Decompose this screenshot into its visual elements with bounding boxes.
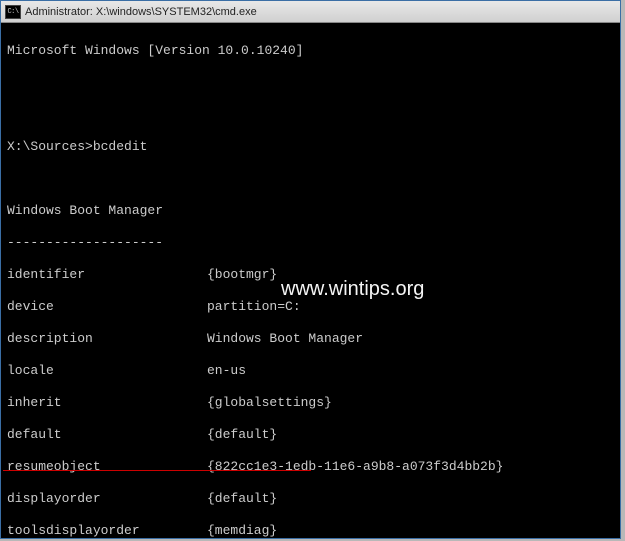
watermark: www.wintips.org [281,281,424,297]
blank-line [7,75,614,91]
kv-row: descriptionWindows Boot Manager [7,331,614,347]
kv-row: devicepartition=C: [7,299,614,315]
kv-value: {memdiag} [207,523,277,538]
kv-row: identifier{bootmgr} [7,267,614,283]
kv-label: device [7,299,207,315]
terminal-output[interactable]: Microsoft Windows [Version 10.0.10240] X… [1,23,620,538]
blank-line [7,107,614,123]
cmd-window: C:\ Administrator: X:\windows\SYSTEM32\c… [0,0,621,539]
kv-row: localeen-us [7,363,614,379]
kv-row: default{default} [7,427,614,443]
kv-value: {default} [207,427,277,442]
kv-row: displayorder{default} [7,491,614,507]
window-title: Administrator: X:\windows\SYSTEM32\cmd.e… [25,6,257,18]
kv-label: identifier [7,267,207,283]
cmd-icon-text: C:\ [7,8,18,16]
titlebar[interactable]: C:\ Administrator: X:\windows\SYSTEM32\c… [1,1,620,23]
kv-label: locale [7,363,207,379]
kv-value: {bootmgr} [207,267,277,282]
section-divider: -------------------- [7,235,614,251]
kv-value: {globalsettings} [207,395,332,410]
blank-line [7,171,614,187]
kv-value: {822cc1e3-1edb-11e6-a9b8-a073f3d4bb2b} [207,459,503,474]
prompt-line: X:\Sources>bcdedit [7,139,614,155]
kv-label: toolsdisplayorder [7,523,207,538]
kv-row: toolsdisplayorder{memdiag} [7,523,614,538]
kv-label: resumeobject [7,459,207,475]
kv-label: description [7,331,207,347]
kv-value: partition=C: [207,299,301,314]
kv-value: Windows Boot Manager [207,331,363,346]
kv-label: inherit [7,395,207,411]
highlight-underline [3,470,311,471]
kv-row: resumeobject{822cc1e3-1edb-11e6-a9b8-a07… [7,459,614,475]
version-line: Microsoft Windows [Version 10.0.10240] [7,43,614,59]
cmd-icon: C:\ [5,5,21,19]
kv-row: inherit{globalsettings} [7,395,614,411]
kv-value: {default} [207,491,277,506]
kv-label: displayorder [7,491,207,507]
kv-label: default [7,427,207,443]
section-title: Windows Boot Manager [7,203,614,219]
kv-value: en-us [207,363,246,378]
